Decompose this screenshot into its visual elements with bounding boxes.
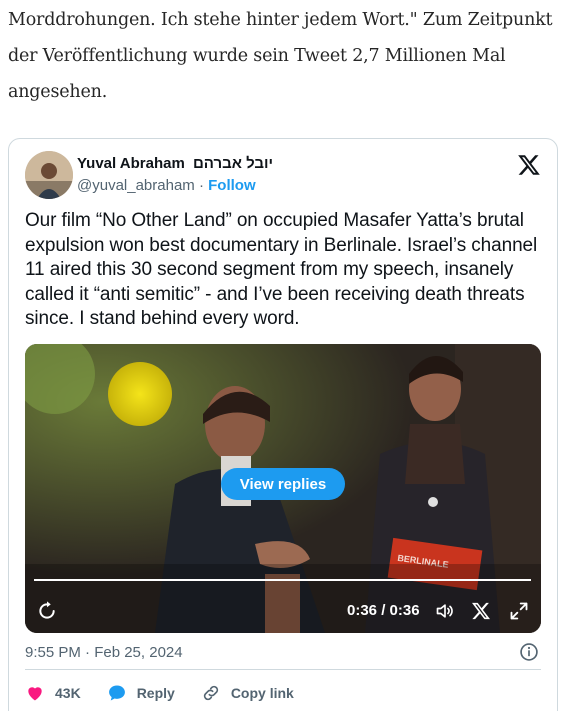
reply-bubble-icon <box>108 685 125 701</box>
fullscreen-button[interactable] <box>507 599 531 623</box>
separator: · <box>194 177 209 194</box>
article-paragraph: Morddrohungen. Ich stehe hinter jedem Wo… <box>8 10 553 102</box>
tweet-actions: 43K Reply Copy link <box>25 683 320 703</box>
tweet-timestamp[interactable]: 9:55 PM · Feb 25, 2024 <box>25 644 183 661</box>
volume-icon <box>436 604 453 618</box>
like-button[interactable]: 43K <box>25 683 81 703</box>
x-logo-icon <box>472 602 490 620</box>
link-icon <box>203 685 218 701</box>
reply-button[interactable]: Reply <box>107 683 175 703</box>
author-handle: @yuval_abraham · Follow <box>77 177 256 194</box>
heart-icon <box>28 687 42 701</box>
info-icon[interactable] <box>519 642 539 662</box>
view-replies-button[interactable]: View replies <box>221 468 345 500</box>
video-progress-bar[interactable] <box>34 579 531 581</box>
video-player[interactable]: BERLINALE View replies 0:36 / 0:36 <box>25 344 541 633</box>
tweet-text: Our film “No Other Land” on occupied Mas… <box>25 210 538 329</box>
x-logo-icon[interactable] <box>517 153 541 177</box>
avatar[interactable] <box>25 151 73 199</box>
replay-button[interactable] <box>35 599 59 623</box>
reply-label: Reply <box>136 685 175 701</box>
x-watch-button[interactable] <box>469 599 493 623</box>
follow-link[interactable]: Follow <box>208 177 256 194</box>
author-name[interactable]: Yuval Abraham יובל אברהם <box>77 155 273 172</box>
video-time: 0:36 / 0:36 <box>347 602 420 619</box>
replay-icon <box>39 601 55 619</box>
like-count: 43K <box>55 685 81 701</box>
copy-link-button[interactable]: Copy link <box>201 683 294 703</box>
divider <box>25 669 541 670</box>
handle-text[interactable]: @yuval_abraham <box>77 177 195 194</box>
volume-button[interactable] <box>433 599 457 623</box>
copy-link-label: Copy link <box>230 685 294 701</box>
author-name-hebrew: יובל אברהם <box>193 155 274 172</box>
embedded-tweet[interactable]: Yuval Abraham יובל אברהם @yuval_abraham … <box>8 138 558 711</box>
fullscreen-icon <box>510 602 528 620</box>
